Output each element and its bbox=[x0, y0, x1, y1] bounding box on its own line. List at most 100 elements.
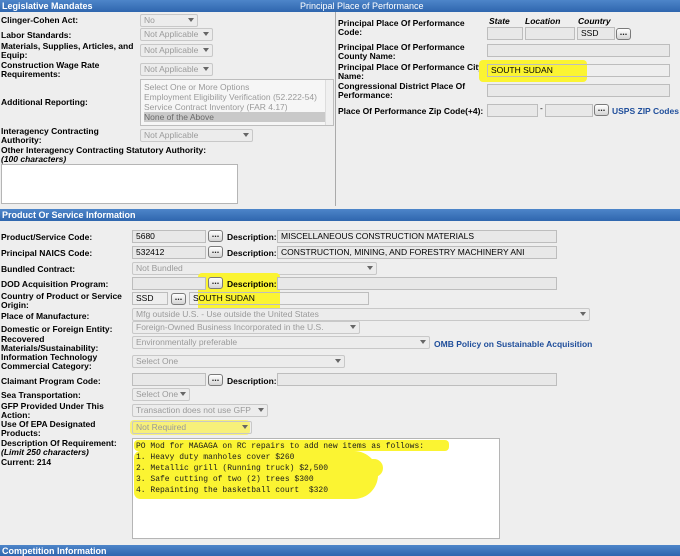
additional-reporting-list[interactable]: Select One or More Options Employment El… bbox=[140, 79, 334, 126]
gfp-label: GFP Provided Under This Action: bbox=[1, 401, 104, 420]
labor-value: Not Applicable bbox=[144, 29, 199, 39]
competition-section-header: Competition Information bbox=[0, 545, 680, 556]
ellipsis-lookup-icon[interactable]: ... bbox=[208, 374, 223, 386]
naics-input[interactable]: 532412 bbox=[132, 246, 206, 259]
ppop-county-input[interactable] bbox=[487, 44, 670, 57]
construction-label: Construction Wage Rate Requirements: bbox=[1, 60, 100, 79]
claimant-label: Claimant Program Code: bbox=[1, 376, 101, 386]
ppop-city-input[interactable]: SOUTH SUDAN bbox=[487, 64, 670, 77]
additional-option[interactable]: Service Contract Inventory (FAR 4.17) bbox=[144, 102, 330, 112]
construction-value: Not Applicable bbox=[144, 64, 199, 74]
manufacture-label: Place of Manufacture: bbox=[1, 311, 90, 321]
additional-option[interactable]: Employment Eligibility Verification (52.… bbox=[144, 92, 330, 102]
ppop-county-label: Principal Place Of Performance County Na… bbox=[338, 42, 465, 61]
it-category-value: Select One bbox=[136, 356, 179, 366]
naics-desc-value: CONSTRUCTION, MINING, AND FORESTRY MACHI… bbox=[281, 247, 525, 257]
labor-select[interactable]: Not Applicable bbox=[140, 28, 213, 41]
domestic-select[interactable]: Foreign-Owned Business Incorporated in t… bbox=[132, 321, 360, 334]
domestic-value: Foreign-Owned Business Incorporated in t… bbox=[136, 322, 324, 332]
ppop-city-label: Principal Place Of Performance City Name… bbox=[338, 62, 484, 81]
construction-select[interactable]: Not Applicable bbox=[140, 63, 213, 76]
chevron-down-icon bbox=[188, 18, 194, 22]
chevron-down-icon bbox=[203, 32, 209, 36]
ellipsis-lookup-icon[interactable]: ... bbox=[208, 277, 223, 289]
ppop-zip4-input[interactable] bbox=[545, 104, 593, 117]
psc-value: 5680 bbox=[136, 231, 155, 241]
chevron-down-icon bbox=[203, 48, 209, 52]
chevron-down-icon bbox=[335, 359, 341, 363]
ellipsis-lookup-icon[interactable]: ... bbox=[208, 246, 223, 258]
chevron-down-icon bbox=[580, 312, 586, 316]
psc-desc-input[interactable]: MISCELLANEOUS CONSTRUCTION MATERIALS bbox=[277, 230, 557, 243]
clinger-select[interactable]: No bbox=[140, 14, 198, 27]
epa-select[interactable]: Not Required bbox=[132, 421, 252, 434]
recovered-select[interactable]: Environmentally preferable bbox=[132, 336, 430, 349]
psc-input[interactable]: 5680 bbox=[132, 230, 206, 243]
dod-label: DOD Acquisition Program: bbox=[1, 279, 109, 289]
additional-label: Additional Reporting: bbox=[1, 97, 88, 107]
other-interagency-textarea[interactable] bbox=[1, 164, 238, 204]
naics-label: Principal NAICS Code: bbox=[1, 248, 93, 258]
dod-input[interactable] bbox=[132, 277, 206, 290]
ellipsis-lookup-icon[interactable]: ... bbox=[171, 293, 186, 305]
claimant-desc-label: Description: bbox=[227, 376, 277, 386]
bundled-value: Not Bundled bbox=[136, 263, 183, 273]
country-origin-code-input[interactable]: SSD bbox=[132, 292, 168, 305]
usps-zip-link[interactable]: USPS ZIP Codes bbox=[612, 106, 679, 116]
ellipsis-lookup-icon[interactable]: ... bbox=[208, 230, 223, 242]
dod-desc-label: Description: bbox=[227, 279, 277, 289]
sea-value: Select One bbox=[136, 389, 179, 399]
chevron-down-icon bbox=[243, 133, 249, 137]
zip-dash: - bbox=[540, 103, 543, 113]
interagency-value: Not Applicable bbox=[144, 130, 199, 140]
claimant-input[interactable] bbox=[132, 373, 206, 386]
manufacture-select[interactable]: Mfg outside U.S. - Use outside the Unite… bbox=[132, 308, 590, 321]
additional-scrollbar[interactable] bbox=[325, 80, 333, 125]
chevron-down-icon bbox=[242, 425, 248, 429]
materials-label: Materials, Supplies, Articles, and Equip… bbox=[1, 41, 134, 60]
recovered-label: Recovered Materials/Sustainability: bbox=[1, 334, 99, 353]
it-category-label: Information Technology Commercial Catego… bbox=[1, 352, 98, 371]
chevron-down-icon bbox=[258, 408, 264, 412]
ellipsis-lookup-icon[interactable]: ... bbox=[616, 28, 631, 40]
claimant-desc-input[interactable] bbox=[277, 373, 557, 386]
omb-policy-link[interactable]: OMB Policy on Sustainable Acquisition bbox=[434, 339, 592, 349]
ppop-country-input[interactable]: SSD bbox=[577, 27, 615, 40]
ppop-title: Principal Place of Performance bbox=[300, 1, 424, 11]
materials-select[interactable]: Not Applicable bbox=[140, 44, 213, 57]
dod-desc-input[interactable] bbox=[277, 277, 557, 290]
naics-desc-input[interactable]: CONSTRUCTION, MINING, AND FORESTRY MACHI… bbox=[277, 246, 557, 259]
interagency-select[interactable]: Not Applicable bbox=[140, 129, 253, 142]
country-origin-name: SOUTH SUDAN bbox=[193, 293, 255, 303]
naics-value: 532412 bbox=[136, 247, 165, 257]
labor-label: Labor Standards: bbox=[1, 30, 72, 40]
clinger-value: No bbox=[144, 15, 155, 25]
domestic-label: Domestic or Foreign Entity: bbox=[1, 324, 113, 334]
ppop-location-input[interactable] bbox=[525, 27, 575, 40]
naics-desc-label: Description: bbox=[227, 248, 277, 258]
chevron-down-icon bbox=[180, 392, 186, 396]
gfp-select[interactable]: Transaction does not use GFP bbox=[132, 404, 268, 417]
manufacture-value: Mfg outside U.S. - Use outside the Unite… bbox=[136, 309, 319, 319]
epa-label: Use Of EPA Designated Products: bbox=[1, 419, 96, 438]
psc-desc-value: MISCELLANEOUS CONSTRUCTION MATERIALS bbox=[281, 231, 475, 241]
ppop-city-value: SOUTH SUDAN bbox=[491, 65, 553, 75]
ppop-state-input[interactable] bbox=[487, 27, 523, 40]
req-current: Current: 214 bbox=[1, 457, 52, 467]
product-title: Product Or Service Information bbox=[2, 210, 136, 220]
requirement-text: PO Mod for MAGAGA on RC repairs to add n… bbox=[136, 442, 425, 495]
ppop-congress-input[interactable] bbox=[487, 84, 670, 97]
product-section-header: Product Or Service Information bbox=[0, 209, 680, 221]
other-interagency-hint: (100 characters) bbox=[1, 154, 67, 164]
chevron-down-icon bbox=[420, 340, 426, 344]
sea-label: Sea Transportation: bbox=[1, 390, 81, 400]
it-category-select[interactable]: Select One bbox=[132, 355, 345, 368]
requirement-textarea[interactable]: PO Mod for MAGAGA on RC repairs to add n… bbox=[132, 438, 500, 539]
sea-select[interactable]: Select One bbox=[132, 388, 190, 401]
ppop-zip-input[interactable] bbox=[487, 104, 538, 117]
country-origin-name-input[interactable]: SOUTH SUDAN bbox=[189, 292, 369, 305]
additional-option[interactable]: Select One or More Options bbox=[144, 82, 330, 92]
ellipsis-lookup-icon[interactable]: ... bbox=[594, 104, 609, 116]
additional-option[interactable]: None of the Above bbox=[144, 112, 330, 122]
materials-value: Not Applicable bbox=[144, 45, 199, 55]
